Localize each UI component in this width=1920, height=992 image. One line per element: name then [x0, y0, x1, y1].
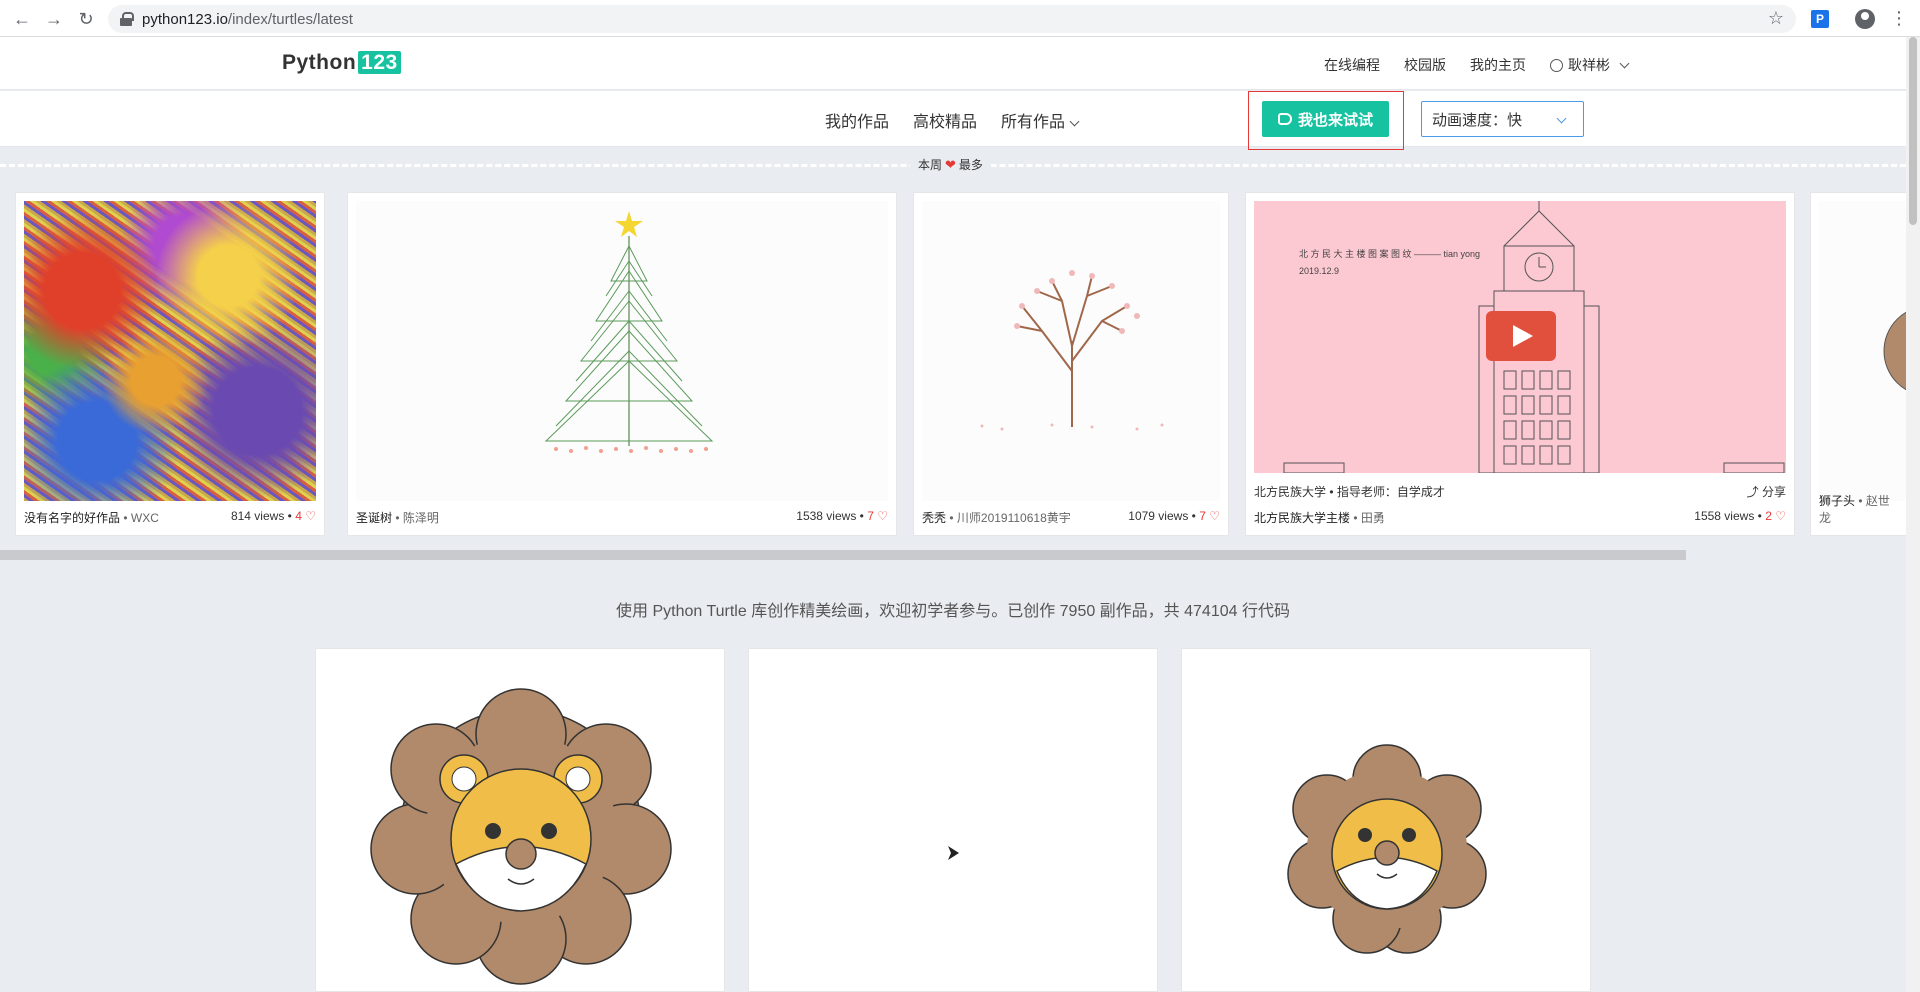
profile-icon[interactable] — [1855, 9, 1875, 29]
week-suffix: 最多 — [958, 158, 983, 172]
url-path: /index/turtles/latest — [227, 10, 353, 28]
turtle-cursor-drawing — [948, 846, 959, 860]
share-label: 分享 — [1761, 485, 1786, 499]
artwork-date: 2019.12.9 — [1299, 266, 1339, 276]
intro-text: 使用 Python Turtle 库创作精美绘画，欢迎初学者参与。已创作 795… — [616, 603, 1290, 620]
card-meta: 狮子头 • 赵世龙 — [1819, 494, 1890, 525]
blossom-tree-drawing — [980, 270, 1164, 431]
bookmark-star-icon[interactable]: ☆ — [1768, 8, 1784, 29]
tab-college-picks[interactable]: 高校精品 — [913, 108, 977, 132]
card-author[interactable]: WXC — [131, 511, 159, 525]
card-school-row: 北方民族大学 • 指导老师：自学成才 ⤴ 分享 — [1254, 483, 1786, 500]
hand-pointer-icon — [1277, 113, 1292, 125]
card-title[interactable]: 狮子头 — [1819, 494, 1855, 508]
lion-drawing — [370, 688, 672, 985]
artwork-caption: 北 方 民 大 主 楼 图 案 图 纹 ——— tian yong — [1299, 248, 1480, 259]
card-likes: 7 — [1199, 509, 1206, 523]
scrollbar-thumb[interactable] — [1909, 37, 1917, 225]
chevron-down-icon — [1069, 116, 1080, 127]
card-likes: 7 — [867, 509, 874, 523]
week-prefix: 本周 — [918, 158, 943, 172]
work-card[interactable] — [315, 648, 725, 992]
artwork-blossom-tree — [922, 201, 1220, 501]
link-my-home[interactable]: 我的主页 — [1470, 55, 1526, 75]
card-meta: 北方民族大学主楼 • 田勇 1558 views • 2 ♡ — [1254, 509, 1786, 525]
work-card[interactable] — [748, 648, 1158, 992]
heart-outline-icon[interactable]: ♡ — [877, 509, 888, 523]
work-card[interactable]: 狮子头 • 赵世龙 — [1810, 192, 1906, 536]
card-author[interactable]: 川师2019110618黄宇 — [957, 511, 1071, 525]
address-bar[interactable]: python123.io/index/turtles/latest ☆ — [108, 5, 1796, 33]
tab-all-works[interactable]: 所有作品 — [1001, 108, 1080, 132]
user-menu[interactable]: 耿祥彬 — [1550, 55, 1630, 75]
back-arrow-icon[interactable]: ← — [6, 3, 38, 35]
heart-outline-icon[interactable]: ♡ — [305, 509, 316, 523]
browser-menu-icon[interactable]: ⋮ — [1890, 6, 1908, 30]
lock-icon — [120, 12, 134, 26]
work-card[interactable]: 北 方 民 大 主 楼 图 案 图 纹 ——— tian yong 2019.1… — [1245, 192, 1795, 536]
card-school: 北方民族大学 • 指导老师：自学成才 — [1254, 485, 1445, 499]
artwork-abstract — [24, 201, 316, 501]
card-meta: 圣诞树 • 陈泽明 1538 views • 7 ♡ — [356, 509, 888, 525]
sub-tabs: 我的作品 高校精品 所有作品 — [825, 108, 1080, 132]
card-meta: 没有名字的好作品 • WXC 814 views • 4 ♡ — [24, 509, 316, 525]
carousel-scrollbar[interactable] — [0, 550, 1686, 560]
heart-icon: ❤ — [945, 156, 956, 172]
link-online-coding[interactable]: 在线编程 — [1324, 55, 1380, 75]
share-link[interactable]: ⤴ 分享 — [1747, 483, 1786, 500]
logo[interactable]: Python 123 — [282, 51, 401, 75]
try-it-label: 我也来试试 — [1297, 111, 1373, 129]
chevron-down-icon — [1619, 58, 1630, 68]
share-icon: ⤴ — [1746, 485, 1759, 499]
heart-outline-icon[interactable]: ♡ — [1775, 509, 1786, 523]
card-title[interactable]: 秃秃 — [922, 511, 946, 525]
card-title[interactable]: 北方民族大学主楼 — [1254, 511, 1350, 525]
user-icon — [1550, 58, 1563, 72]
logo-text: Python — [282, 51, 357, 74]
tree-drawing — [544, 211, 714, 453]
browser-toolbar: ← → ↻ python123.io/index/turtles/latest … — [0, 0, 1920, 37]
lion-partial-drawing — [1883, 311, 1906, 391]
card-title[interactable]: 没有名字的好作品 — [24, 511, 120, 525]
card-likes: 2 — [1765, 509, 1772, 523]
building-drawing: 北 方 民 大 主 楼 图 案 图 纹 ——— tian yong 2019.1… — [1283, 201, 1785, 473]
speed-value: 动画速度：快 — [1432, 111, 1523, 129]
lion-small-drawing — [1287, 744, 1487, 954]
card-likes: 4 — [295, 509, 302, 523]
card-author[interactable]: 田勇 — [1361, 511, 1385, 525]
site-header: Python 123 在线编程 校园版 我的主页 耿祥彬 — [0, 37, 1906, 90]
animation-speed-select[interactable]: 动画速度：快 — [1421, 101, 1584, 137]
card-author[interactable]: 陈泽明 — [403, 511, 439, 525]
url-host: python123.io — [142, 10, 228, 28]
tab-my-works[interactable]: 我的作品 — [825, 108, 889, 132]
sub-nav: 我的作品 高校精品 所有作品 我也来试试 动画速度：快 — [0, 91, 1906, 150]
user-name: 耿祥彬 — [1568, 57, 1610, 73]
top-links: 在线编程 校园版 我的主页 耿祥彬 — [1324, 55, 1630, 75]
card-views: 1079 views — [1128, 509, 1189, 523]
link-campus[interactable]: 校园版 — [1404, 55, 1446, 75]
artwork-building: 北 方 民 大 主 楼 图 案 图 纹 ——— tian yong 2019.1… — [1254, 201, 1786, 473]
logo-number: 123 — [358, 51, 401, 74]
work-card[interactable]: 秃秃 • 川师2019110618黄宇 1079 views • 7 ♡ — [913, 192, 1229, 536]
card-title[interactable]: 圣诞树 — [356, 511, 392, 525]
reload-icon[interactable]: ↻ — [70, 3, 102, 35]
week-most-liked-label: 本周 ❤ 最多 — [910, 156, 991, 173]
forward-arrow-icon[interactable]: → — [38, 3, 70, 35]
card-views: 814 views — [230, 509, 285, 523]
work-card[interactable] — [1181, 648, 1591, 992]
tab-all-works-label: 所有作品 — [1001, 114, 1066, 131]
page-scrollbar[interactable] — [1906, 37, 1920, 992]
heart-outline-icon[interactable]: ♡ — [1209, 509, 1220, 523]
work-card[interactable]: 没有名字的好作品 • WXC 814 views • 4 ♡ — [15, 192, 325, 536]
work-card[interactable]: 圣诞树 • 陈泽明 1538 views • 7 ♡ — [347, 192, 897, 536]
card-views: 1538 views — [796, 509, 857, 523]
artwork-lion-partial — [1819, 201, 1906, 501]
extension-icon[interactable]: P — [1811, 10, 1829, 28]
card-views: 1558 views — [1694, 509, 1755, 523]
card-meta: 秃秃 • 川师2019110618黄宇 1079 views • 7 ♡ — [922, 509, 1220, 525]
chevron-down-icon — [1556, 113, 1567, 124]
try-it-button[interactable]: 我也来试试 — [1262, 101, 1389, 137]
artwork-christmas-tree — [356, 201, 888, 501]
